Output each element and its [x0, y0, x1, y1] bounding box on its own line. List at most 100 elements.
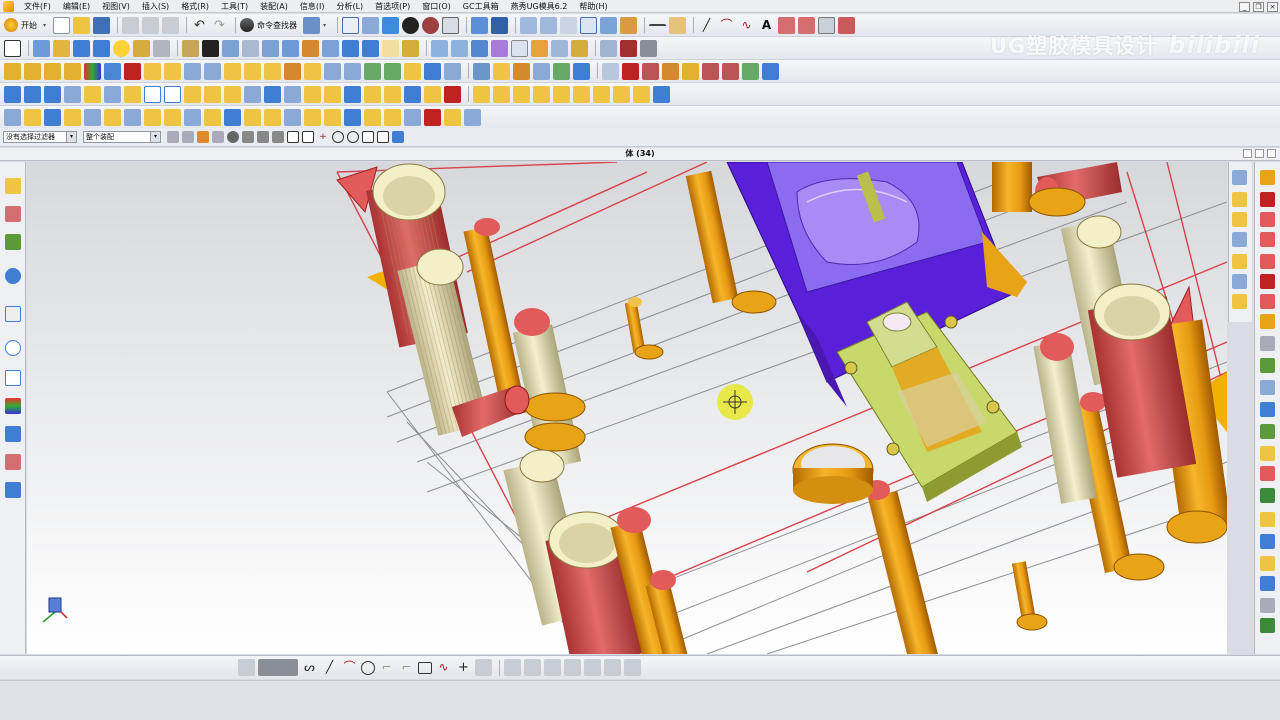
- mw-tool-11-icon[interactable]: [204, 85, 221, 103]
- mold-tool-21-icon[interactable]: [424, 62, 441, 80]
- side-tool-5-icon[interactable]: [1260, 254, 1275, 269]
- sphere-icon[interactable]: [113, 39, 130, 57]
- minimize-icon[interactable]: _: [1239, 1, 1250, 12]
- mold-tool-1-icon[interactable]: [4, 62, 21, 80]
- measure-icon[interactable]: [818, 16, 835, 34]
- ut-tool-8-icon[interactable]: [144, 108, 161, 126]
- snap-control-icon[interactable]: [272, 131, 284, 143]
- mw-tool-20-icon[interactable]: [384, 85, 401, 103]
- ut-tool-1-icon[interactable]: [4, 108, 21, 126]
- side-tool-18-icon[interactable]: [1260, 534, 1275, 549]
- mold-tool-13-icon[interactable]: [264, 62, 281, 80]
- side-tool-6-icon[interactable]: [1260, 274, 1275, 289]
- zoom-icon[interactable]: [362, 16, 379, 34]
- close-icon[interactable]: ×: [1267, 1, 1278, 12]
- mold-tool-9-icon[interactable]: [184, 62, 201, 80]
- ut-tool-13-icon[interactable]: [244, 108, 261, 126]
- mw-tool-24-icon[interactable]: [473, 85, 490, 103]
- move-object-icon[interactable]: [600, 16, 617, 34]
- side-tool-3-icon[interactable]: [1260, 212, 1275, 227]
- surface-icon[interactable]: [431, 39, 448, 57]
- view-tool-5-icon[interactable]: [1232, 254, 1247, 269]
- view-selection-icon[interactable]: [227, 131, 239, 143]
- arc-tool-icon[interactable]: ⌒: [718, 17, 735, 34]
- hatch-icon[interactable]: [669, 16, 686, 34]
- side-tool-11-icon[interactable]: [1260, 380, 1275, 395]
- mold-tool-34-icon[interactable]: [702, 62, 719, 80]
- ut-tool-23-icon[interactable]: [444, 108, 461, 126]
- restore-icon[interactable]: ❐: [1253, 1, 1264, 12]
- mold-tool-32-icon[interactable]: [662, 62, 679, 80]
- start-button-label[interactable]: 开始: [21, 20, 37, 31]
- side-tool-22-icon[interactable]: [1260, 618, 1275, 633]
- layer-icon[interactable]: [520, 16, 537, 34]
- ut-tool-11-icon[interactable]: [204, 108, 221, 126]
- mw-tool-13-icon[interactable]: [244, 85, 261, 103]
- hole-icon[interactable]: [133, 39, 150, 57]
- through-curves-icon[interactable]: [451, 39, 468, 57]
- open-folder-icon[interactable]: [73, 16, 90, 34]
- snap-icon[interactable]: [471, 16, 488, 34]
- ut-tool-17-icon[interactable]: [324, 108, 341, 126]
- sketch-rectangle-icon[interactable]: [418, 661, 432, 674]
- enlarge-icon[interactable]: [571, 39, 588, 57]
- mw-tool-31-icon[interactable]: [613, 85, 630, 103]
- mold-tool-28-icon[interactable]: [573, 62, 590, 80]
- new-file-icon[interactable]: [53, 16, 70, 34]
- mw-tool-33-icon[interactable]: [653, 85, 670, 103]
- subtract-icon[interactable]: [342, 39, 359, 57]
- sketch-dimension-icon[interactable]: [624, 659, 641, 676]
- project-curve-icon[interactable]: [620, 39, 637, 57]
- mirror-icon[interactable]: [798, 16, 815, 34]
- system-scene-icon[interactable]: [5, 482, 21, 498]
- mw-tool-28-icon[interactable]: [553, 85, 570, 103]
- viewport-restore-icon[interactable]: [1255, 149, 1264, 158]
- snap-end-icon[interactable]: [242, 131, 254, 143]
- extend-icon[interactable]: [531, 39, 548, 57]
- side-tool-2-icon[interactable]: [1260, 192, 1275, 207]
- menu-help[interactable]: 帮助(H): [573, 1, 613, 12]
- mw-tool-21-icon[interactable]: [404, 85, 421, 103]
- ut-tool-6-icon[interactable]: [104, 108, 121, 126]
- side-tool-9-icon[interactable]: [1260, 336, 1275, 351]
- menu-tools[interactable]: 工具(T): [215, 1, 254, 12]
- mold-tool-30-icon[interactable]: [622, 62, 639, 80]
- constraint-navigator-icon[interactable]: [5, 206, 21, 222]
- side-tool-8-icon[interactable]: [1260, 314, 1275, 329]
- sketch-mirror-icon[interactable]: [584, 659, 601, 676]
- system-materials-icon[interactable]: [5, 370, 21, 386]
- intersection-curve-icon[interactable]: [640, 39, 657, 57]
- split-body-icon[interactable]: [302, 39, 319, 57]
- sketch-circle-icon[interactable]: [361, 660, 375, 675]
- fit-view-icon[interactable]: [342, 16, 359, 34]
- draft-icon[interactable]: [242, 39, 259, 57]
- mw-tool-1-icon[interactable]: [4, 85, 21, 103]
- mold-tool-37-icon[interactable]: [762, 62, 779, 80]
- filter-icon[interactable]: [167, 131, 179, 143]
- sketch-trim-icon[interactable]: [504, 659, 521, 676]
- mw-tool-29-icon[interactable]: [573, 85, 590, 103]
- mold-tool-23-icon[interactable]: [473, 62, 490, 80]
- view-orient-icon[interactable]: [442, 16, 459, 34]
- sew-icon[interactable]: [382, 39, 399, 57]
- side-tool-7-icon[interactable]: [1260, 294, 1275, 309]
- mold-tool-16-icon[interactable]: [324, 62, 341, 80]
- mold-tool-19-icon[interactable]: [384, 62, 401, 80]
- menu-assembly[interactable]: 装配(A): [254, 1, 294, 12]
- mw-tool-14-icon[interactable]: [264, 85, 281, 103]
- spline-icon[interactable]: ∿: [738, 17, 755, 34]
- mw-tool-7-icon[interactable]: [124, 85, 141, 103]
- sketch-line-icon[interactable]: ╱: [321, 659, 338, 676]
- mw-tool-30-icon[interactable]: [593, 85, 610, 103]
- ut-tool-22-icon[interactable]: [424, 108, 441, 126]
- mold-tool-31-icon[interactable]: [642, 62, 659, 80]
- web-browser-icon[interactable]: [5, 306, 21, 322]
- mold-tool-29-icon[interactable]: [602, 62, 619, 80]
- ut-tool-21-icon[interactable]: [404, 108, 421, 126]
- type-filter-select[interactable]: 没有选择过滤器 ▾: [3, 131, 77, 143]
- mold-tool-14-icon[interactable]: [284, 62, 301, 80]
- sketch-constraint-icon[interactable]: [604, 659, 621, 676]
- view-tool-7-icon[interactable]: [1232, 294, 1247, 309]
- menu-preferences[interactable]: 首选项(P): [369, 1, 416, 12]
- ut-tool-20-icon[interactable]: [384, 108, 401, 126]
